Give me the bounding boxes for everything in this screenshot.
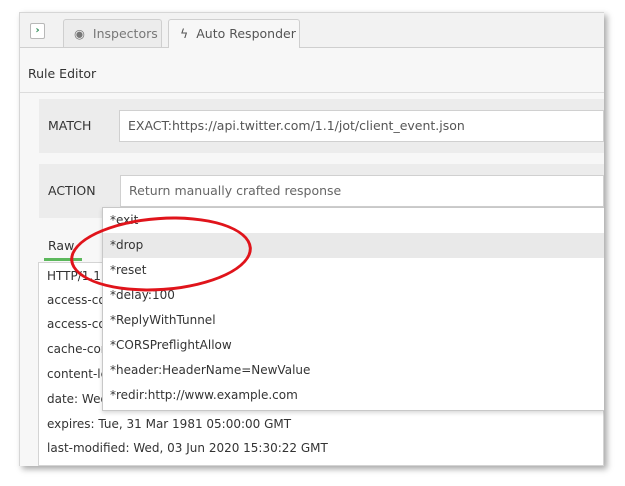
action-input[interactable]: Return manually crafted response: [120, 175, 604, 207]
lightning-icon: ϟ: [180, 26, 189, 41]
action-dropdown: *exit *drop *reset *delay:100 *ReplyWith…: [102, 207, 604, 411]
dropdown-option-drop[interactable]: *drop: [103, 233, 604, 258]
header-line: HTTP/1.1: [47, 269, 101, 283]
match-input[interactable]: EXACT:https://api.twitter.com/1.1/jot/cl…: [119, 110, 604, 142]
match-label: MATCH: [48, 118, 92, 133]
chevron-right-icon[interactable]: ›: [30, 23, 45, 39]
tab-raw-underline: [44, 258, 82, 261]
section-title: Rule Editor: [28, 66, 97, 81]
header-line: expires: Tue, 31 Mar 1981 05:00:00 GMT: [47, 417, 292, 431]
header-line: date: Wed: [47, 392, 109, 406]
dropdown-option-reply-with-tunnel[interactable]: *ReplyWithTunnel: [103, 308, 604, 333]
tab-bar: › ◉ Inspectors ϟ Auto Responder: [20, 13, 604, 48]
tab-inspectors[interactable]: ◉ Inspectors: [63, 19, 162, 47]
tab-auto-responder-label: Auto Responder: [196, 26, 296, 41]
fiddler-window: › ◉ Inspectors ϟ Auto Responder Rule Edito…: [19, 12, 604, 466]
dropdown-option-exit[interactable]: *exit: [103, 208, 604, 233]
dropdown-option-redir[interactable]: *redir:http://www.example.com: [103, 383, 604, 408]
header-line: access-co: [47, 317, 106, 331]
dropdown-option-header[interactable]: *header:HeaderName=NewValue: [103, 358, 604, 383]
eye-icon: ◉: [74, 26, 85, 41]
dropdown-option-delay[interactable]: *delay:100: [103, 283, 604, 308]
match-row: MATCH EXACT:https://api.twitter.com/1.1/…: [39, 99, 604, 153]
tab-raw[interactable]: Raw: [48, 238, 74, 253]
divider: [20, 92, 604, 93]
action-label: ACTION: [48, 183, 96, 198]
dropdown-option-reset[interactable]: *reset: [103, 258, 604, 283]
tab-inspectors-label: Inspectors: [92, 26, 158, 41]
header-line: content-le: [47, 367, 108, 381]
tab-auto-responder[interactable]: ϟ Auto Responder: [168, 19, 300, 48]
dropdown-option-cors-preflight[interactable]: *CORSPreflightAllow: [103, 333, 604, 358]
header-line: last-modified: Wed, 03 Jun 2020 15:30:22…: [47, 441, 328, 455]
header-line: access-co: [47, 293, 106, 307]
header-line: cache-con: [47, 342, 109, 356]
